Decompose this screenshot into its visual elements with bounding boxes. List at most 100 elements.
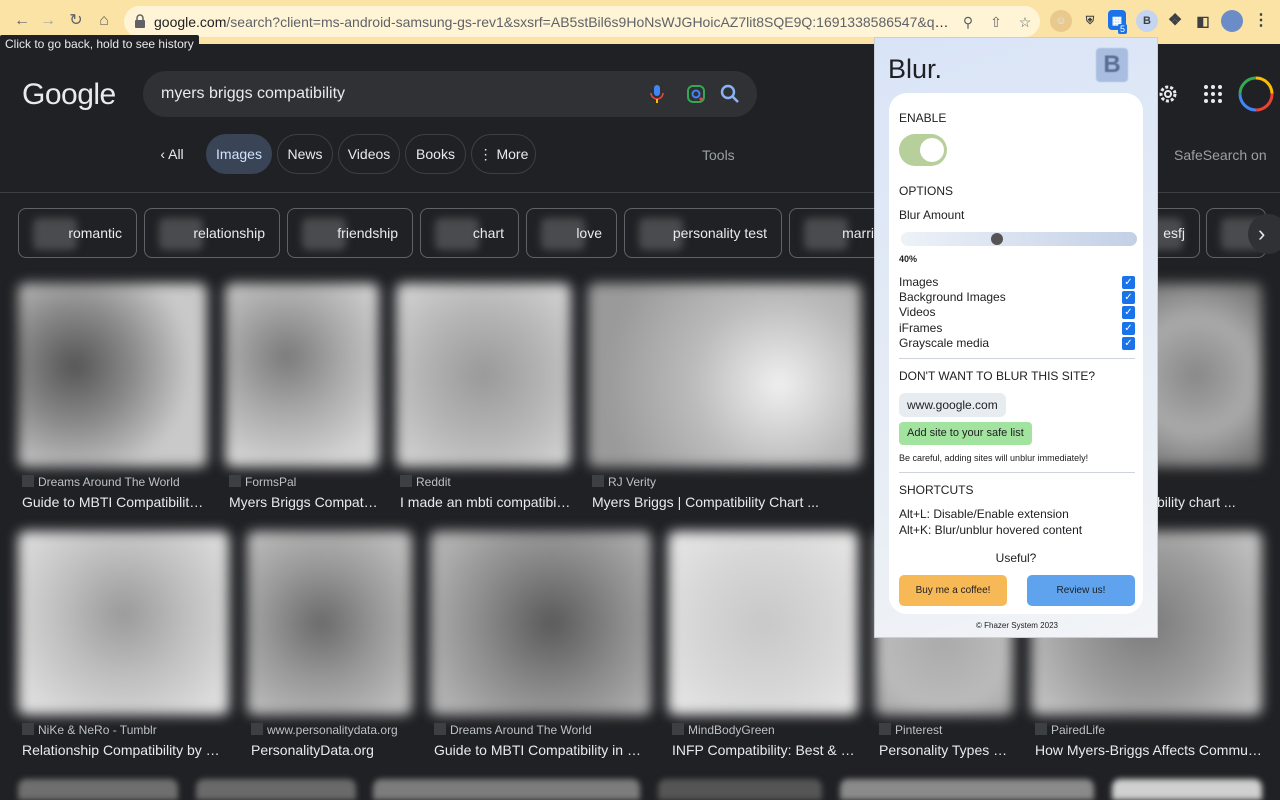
buy-coffee-button[interactable]: Buy me a coffee! <box>899 575 1007 606</box>
result-thumbnail[interactable] <box>18 283 207 467</box>
result-title[interactable]: Guide to MBTI Compatibility in... <box>22 494 207 510</box>
option-label: iFrames <box>899 321 943 335</box>
result-title[interactable]: Myers Briggs Compatibi... <box>229 494 379 510</box>
result-source[interactable]: Pinterest <box>879 723 1013 737</box>
review-button[interactable]: Review us! <box>1027 575 1135 606</box>
result-title[interactable]: Relationship Compatibility by MBT... <box>22 742 229 758</box>
extension-shield-icon[interactable]: ⛨ <box>1079 10 1101 32</box>
extension-face-icon[interactable]: ☺ <box>1050 10 1072 32</box>
result-source[interactable]: www.personalitydata.org <box>251 723 412 737</box>
zoom-icon[interactable]: ⚲ <box>958 12 978 32</box>
chip-label: friendship <box>337 225 398 241</box>
result-source[interactable]: Reddit <box>400 475 571 489</box>
slider-handle[interactable] <box>990 233 1003 245</box>
result-source[interactable]: PairedLife <box>1035 723 1262 737</box>
url-host: google.com <box>154 14 227 30</box>
chip-friendship[interactable]: friendship <box>287 208 413 258</box>
result-thumbnail[interactable] <box>247 531 412 715</box>
result-title[interactable]: Guide to MBTI Compatibility in Dati... <box>434 742 651 758</box>
checkbox-checked-icon[interactable]: ✓ <box>1122 306 1135 319</box>
tab-news[interactable]: News <box>277 134 333 174</box>
result-source[interactable]: Dreams Around The World <box>434 723 651 737</box>
option-label: Images <box>899 275 939 289</box>
profile-avatar[interactable] <box>1221 10 1243 32</box>
result-thumbnail[interactable] <box>225 283 379 467</box>
result-source[interactable]: Dreams Around The World <box>22 475 207 489</box>
result-source[interactable]: FormsPal <box>229 475 379 489</box>
safesearch-toggle[interactable]: SafeSearch on <box>1174 147 1267 163</box>
search-icon[interactable] <box>719 83 741 105</box>
result-source[interactable]: MindBodyGreen <box>672 723 858 737</box>
result-title[interactable]: PersonalityData.org <box>251 742 412 758</box>
bookmark-star-icon[interactable]: ☆ <box>1015 12 1035 32</box>
result-title[interactable]: Personality Types & ... <box>879 742 1013 758</box>
dont-blur-label: DON'T WANT TO BLUR THIS SITE? <box>899 369 1096 383</box>
chip-personality-test[interactable]: personality test <box>624 208 782 258</box>
result-source-text: MindBodyGreen <box>688 723 775 737</box>
tab-images[interactable]: Images <box>206 134 272 174</box>
share-icon[interactable]: ⇧ <box>986 12 1006 32</box>
checkbox-checked-icon[interactable]: ✓ <box>1122 337 1135 350</box>
result-source[interactable]: NiKe & NeRo - Tumblr <box>22 723 229 737</box>
side-panel-icon[interactable]: ◧ <box>1192 10 1214 32</box>
account-avatar[interactable] <box>1238 76 1274 112</box>
result-title[interactable]: How Myers-Briggs Affects Communic... <box>1035 742 1262 758</box>
settings-gear-icon[interactable] <box>1157 83 1179 105</box>
result-title[interactable]: tibility chart ... <box>1150 494 1262 510</box>
result-source[interactable]: RJ Verity <box>592 475 861 489</box>
option-videos[interactable]: Videos ✓ <box>899 305 1139 320</box>
extensions-puzzle-icon[interactable]: ❖ <box>1164 10 1186 32</box>
result-thumbnail[interactable] <box>196 779 356 800</box>
chip-relationship[interactable]: relationship <box>144 208 280 258</box>
result-thumbnail[interactable] <box>1112 779 1262 800</box>
result-thumbnail[interactable] <box>668 531 858 715</box>
forward-icon[interactable]: → <box>38 11 58 31</box>
result-thumbnail[interactable] <box>840 779 1094 800</box>
tools-button[interactable]: Tools <box>702 147 735 163</box>
result-thumbnail[interactable] <box>18 779 178 800</box>
checkbox-checked-icon[interactable]: ✓ <box>1122 276 1135 289</box>
checkbox-checked-icon[interactable]: ✓ <box>1122 322 1135 335</box>
lens-icon[interactable] <box>685 83 707 105</box>
search-input[interactable]: myers briggs compatibility <box>161 85 345 103</box>
blur-amount-slider[interactable] <box>901 232 1137 246</box>
address-bar[interactable]: google.com/search?client=ms-android-sams… <box>124 6 1040 37</box>
result-thumbnail[interactable] <box>396 283 571 467</box>
result-title[interactable]: INFP Compatibility: Best & Wo... <box>672 742 858 758</box>
home-icon[interactable]: ⌂ <box>94 11 114 31</box>
chip-romantic[interactable]: romantic <box>18 208 137 258</box>
enable-toggle[interactable] <box>899 134 947 166</box>
extension-blur-icon[interactable]: B <box>1136 10 1158 32</box>
option-iframes[interactable]: iFrames ✓ <box>899 321 1139 336</box>
add-safe-list-button[interactable]: Add site to your safe list <box>899 422 1032 445</box>
google-logo[interactable]: Google <box>22 78 116 112</box>
option-images[interactable]: Images ✓ <box>899 275 1139 290</box>
option-grayscale-media[interactable]: Grayscale media ✓ <box>899 336 1139 351</box>
chip-chart[interactable]: chart <box>420 208 519 258</box>
result-thumbnail[interactable] <box>658 779 822 800</box>
result-thumbnail[interactable] <box>588 283 861 467</box>
back-icon[interactable]: ← <box>12 11 32 31</box>
result-thumbnail[interactable] <box>18 531 229 715</box>
tab-more[interactable]: ⋮ More <box>471 134 536 174</box>
menu-dots-icon[interactable]: ⋮ <box>1250 10 1272 32</box>
tab-all[interactable]: ‹ All <box>146 134 198 174</box>
reload-icon[interactable]: ↻ <box>66 11 86 31</box>
result-title[interactable]: Myers Briggs | Compatibility Chart ... <box>592 494 861 510</box>
chip-love[interactable]: love <box>526 208 617 258</box>
favicon <box>592 475 604 487</box>
result-title[interactable]: I made an mbti compatibilit... <box>400 494 571 510</box>
chevron-right-icon[interactable]: › <box>1248 214 1280 254</box>
result-thumbnail[interactable] <box>430 531 651 715</box>
search-box[interactable]: myers briggs compatibility <box>143 71 757 117</box>
favicon <box>434 723 446 735</box>
microphone-icon[interactable] <box>646 83 668 105</box>
tab-books[interactable]: Books <box>405 134 466 174</box>
result-source-text: RJ Verity <box>608 475 657 489</box>
checkbox-checked-icon[interactable]: ✓ <box>1122 291 1135 304</box>
option-background-images[interactable]: Background Images ✓ <box>899 290 1139 305</box>
current-site: www.google.com <box>899 393 1006 417</box>
tab-videos[interactable]: Videos <box>338 134 400 174</box>
result-thumbnail[interactable] <box>373 779 640 800</box>
apps-grid-icon[interactable] <box>1202 83 1224 105</box>
